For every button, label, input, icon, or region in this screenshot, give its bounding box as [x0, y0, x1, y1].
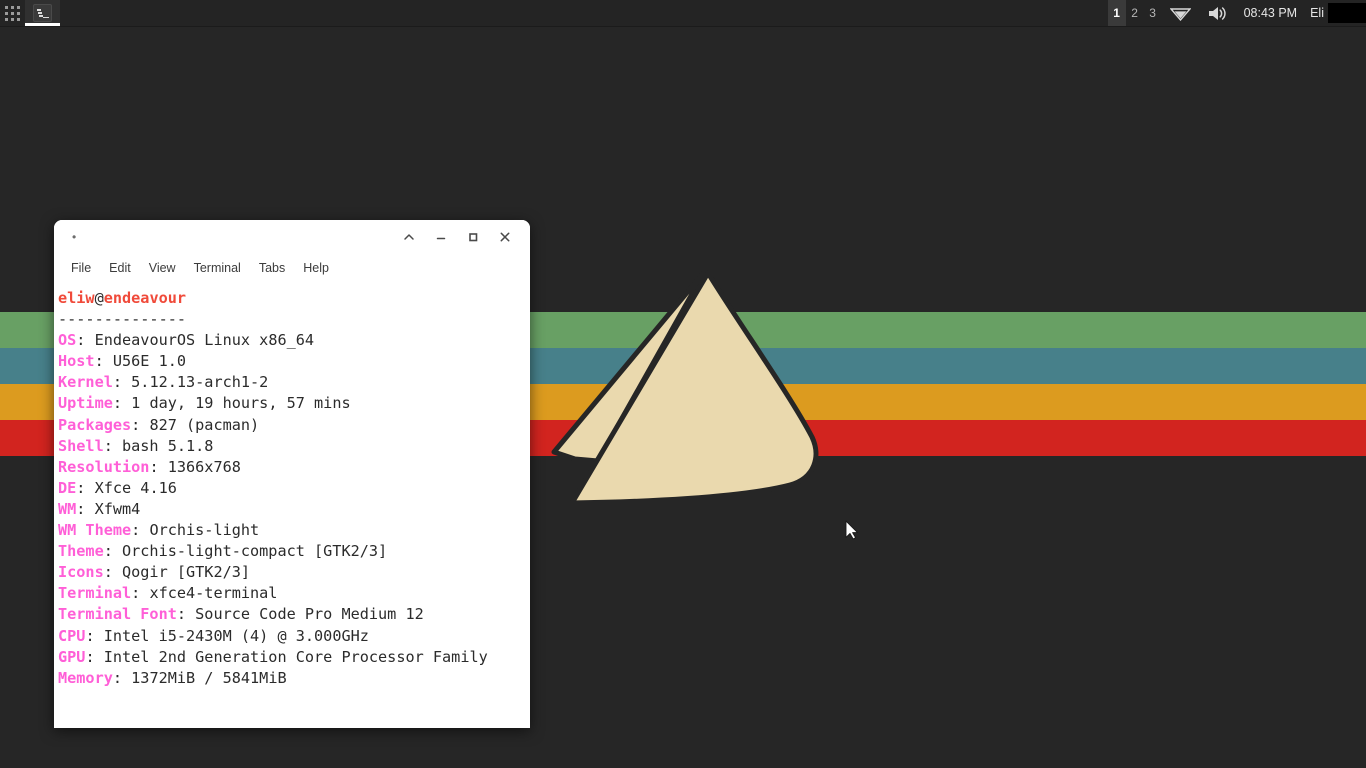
neofetch-output: eliw@endeavour -------------- OS: Endeavou… [58, 288, 530, 689]
terminal-line: -------------- [58, 310, 187, 329]
terminal-line: Terminal: xfce4-terminal [58, 584, 278, 603]
terminal-line: GPU: Intel 2nd Generation Core Processor… [58, 647, 488, 666]
terminal-icon [33, 4, 52, 22]
top-panel: 1 2 3 08:43 PM Eli [0, 0, 1366, 27]
terminal-window[interactable]: • File Edit View Terminal Tabs Help eliw… [54, 220, 530, 728]
terminal-line: Icons: Qogir [GTK2/3] [58, 563, 251, 582]
workspace-button-1[interactable]: 1 [1107, 0, 1126, 26]
terminal-line: Host: U56E 1.0 [58, 352, 187, 371]
terminal-line: Kernel: 5.12.13-arch1-2 [58, 373, 269, 392]
shade-button[interactable] [394, 224, 424, 250]
volume-icon[interactable] [1199, 0, 1235, 26]
terminal-titlebar[interactable]: • [54, 220, 530, 254]
endeavouros-logo-icon [551, 268, 819, 506]
terminal-line: Uptime: 1 day, 19 hours, 57 mins [58, 394, 351, 413]
square-icon [469, 233, 478, 242]
wifi-glyph [1169, 7, 1191, 21]
workspace-switcher: 1 2 3 [1107, 0, 1162, 26]
minus-icon [436, 237, 446, 240]
app-grid-dots [5, 5, 20, 21]
terminal-line: Packages: 827 (pacman) [58, 415, 260, 434]
user-menu-blank-area [1328, 3, 1366, 23]
taskbar-item-terminal[interactable] [25, 0, 60, 26]
terminal-line: Theme: Orchis-light-compact [GTK2/3] [58, 542, 388, 561]
terminal-line: Terminal Font: Source Code Pro Medium 12 [58, 605, 424, 624]
volume-glyph [1208, 6, 1226, 20]
close-button[interactable] [490, 224, 520, 250]
desktop-screen: 1 2 3 08:43 PM Eli • File Edit View Term… [0, 0, 1366, 768]
terminal-line: Shell: bash 5.1.8 [58, 436, 214, 455]
terminal-line: Memory: 1372MiB / 5841MiB [58, 668, 287, 687]
chevron-up-icon [404, 234, 414, 240]
window-controls [394, 224, 520, 250]
menu-file[interactable]: File [62, 258, 100, 278]
terminal-line: CPU: Intel i5-2430M (4) @ 3.000GHz [58, 626, 369, 645]
terminal-line: WM: Xfwm4 [58, 499, 141, 518]
close-icon [500, 232, 510, 242]
menu-view[interactable]: View [140, 258, 185, 278]
panel-left-group [0, 0, 60, 26]
clock[interactable]: 08:43 PM [1235, 0, 1307, 26]
terminal-menubar: File Edit View Terminal Tabs Help [54, 254, 530, 282]
terminal-line: eliw@endeavour [58, 289, 187, 307]
panel-spacer [60, 0, 1108, 26]
terminal-line: OS: EndeavourOS Linux x86_64 [58, 331, 315, 350]
workspace-button-2[interactable]: 2 [1126, 0, 1144, 26]
menu-edit[interactable]: Edit [100, 258, 140, 278]
panel-right-group: 1 2 3 08:43 PM Eli [1107, 0, 1366, 26]
app-grid-icon[interactable] [0, 0, 25, 26]
terminal-line: WM Theme: Orchis-light [58, 521, 260, 540]
terminal-output-area[interactable]: eliw@endeavour -------------- OS: Endeavou… [54, 282, 530, 728]
workspace-button-3[interactable]: 3 [1144, 0, 1162, 26]
user-menu-button[interactable]: Eli [1306, 0, 1326, 26]
menu-help[interactable]: Help [294, 258, 338, 278]
maximize-button[interactable] [458, 224, 488, 250]
terminal-line: Resolution: 1366x768 [58, 457, 241, 476]
terminal-line: DE: Xfce 4.16 [58, 478, 177, 497]
menu-tabs[interactable]: Tabs [250, 258, 294, 278]
minimize-button[interactable] [426, 224, 456, 250]
menu-terminal[interactable]: Terminal [185, 258, 250, 278]
window-title: • [72, 230, 77, 244]
wifi-icon[interactable] [1162, 0, 1199, 26]
